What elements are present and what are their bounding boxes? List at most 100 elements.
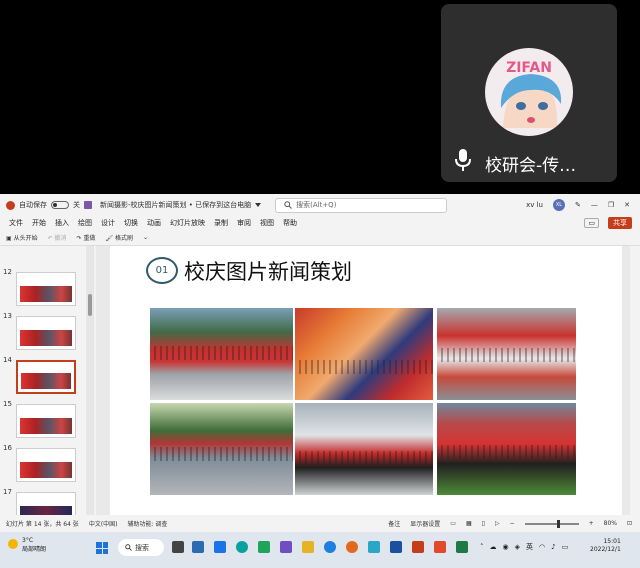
menu-review[interactable]: 审阅 [237,218,251,228]
notes-button[interactable]: 备注 [388,519,400,528]
menu-home[interactable]: 开始 [32,218,46,228]
edge-icon[interactable] [236,541,248,553]
slide-thumbnail-15[interactable] [16,404,76,438]
menu-slideshow[interactable]: 幻灯片放映 [170,218,205,228]
file-explorer-icon[interactable] [302,541,314,553]
menu-view[interactable]: 视图 [260,218,274,228]
participant-avatar: ZIFAN [485,48,573,136]
taskbar-search[interactable]: 搜索 [118,539,164,556]
app-icon[interactable] [214,541,226,553]
minimize-icon[interactable]: — [591,201,598,209]
menu-help[interactable]: 帮助 [283,218,297,228]
clock-time: 15:01 [603,538,621,545]
normal-view-icon[interactable]: ▭ [450,520,456,527]
ime-indicator[interactable]: 英 [526,542,533,552]
user-avatar[interactable]: XL [552,199,565,211]
slide-position: 幻灯片 第 14 张，共 64 张 [6,521,79,528]
slide-photo[interactable] [150,403,293,495]
user-name: xv lu [526,201,543,209]
app-icon[interactable] [390,541,402,553]
slide-photo[interactable] [295,308,433,400]
slideshow-view-icon[interactable]: ▷ [495,520,500,527]
app-tray-icon[interactable]: ◈ [515,543,520,551]
participant-name: 校研会-传… [485,156,577,176]
volume-icon[interactable]: ♪ [551,543,555,551]
battery-icon[interactable]: ▭ [562,543,569,551]
slide[interactable]: 01 校庆图片新闻策划 [110,246,622,515]
search-box[interactable]: 搜索(Alt+Q) [275,197,448,213]
firefox-icon[interactable] [346,541,358,553]
powerpoint-taskbar-icon[interactable] [412,541,424,553]
app-tray-icon[interactable]: ◉ [503,543,509,551]
zoom-slider[interactable] [524,519,579,528]
menu-transitions[interactable]: 切换 [124,218,138,228]
menu-animations[interactable]: 动画 [147,218,161,228]
weather-widget[interactable]: 3°C 局部晴朗 [8,537,46,553]
close-icon[interactable]: ✕ [624,201,630,209]
browser-icon[interactable] [324,541,336,553]
slide-thumbnail-14[interactable] [16,360,76,394]
share-button[interactable]: 共享 [608,217,632,229]
display-settings-button[interactable]: 显示器设置 [410,519,440,528]
screen: ZIFAN 校研会-传… 自动保存 关 新闻摄影-校庆图片新闻策划 • 已保存到… [0,0,640,568]
workspace: 12 13 14 15 16 17 01 校庆图片新闻策划 [0,246,640,526]
menu-record[interactable]: 录制 [214,218,228,228]
clock[interactable]: 15:01 2022/12/1 [590,538,621,555]
participant-tile[interactable]: ZIFAN 校研会-传… [441,4,617,182]
fit-slide-icon[interactable]: ⊡ [627,520,632,527]
slide-thumbnail-12[interactable] [16,272,76,306]
slide-thumbnail-13[interactable] [16,316,76,350]
zoom-level[interactable]: 80% [604,520,617,527]
format-painter-button[interactable]: 🖌 格式刷 [106,233,134,242]
menu-file[interactable]: 文件 [9,218,23,228]
autosave-toggle[interactable] [51,201,69,209]
sorter-view-icon[interactable]: ▦ [466,520,472,527]
slide-photo[interactable] [295,403,433,495]
microphone-icon[interactable] [453,148,473,172]
menu-draw[interactable]: 绘图 [78,218,92,228]
excel-icon[interactable] [456,541,468,553]
thumbnail-scrollbar[interactable] [86,246,94,515]
app-icon[interactable] [368,541,380,553]
zoom-out-icon[interactable]: − [510,520,515,527]
undo-button[interactable]: ↶ 撤消 [48,233,67,242]
format-painter-label: 格式刷 [115,235,134,242]
app-icon[interactable] [434,541,446,553]
from-start-label: 从头开始 [13,235,38,242]
slide-thumbnail-16[interactable] [16,448,76,482]
app-icon[interactable] [280,541,292,553]
thumb-num: 17 [3,488,12,496]
maximize-icon[interactable]: ❐ [608,201,614,209]
powerpoint-icon [6,200,15,210]
accessibility-status[interactable]: 辅助功能: 调查 [128,519,168,528]
ribbon-more-icon[interactable]: ⌄ [143,234,148,241]
zoom-in-icon[interactable]: + [589,520,594,527]
slide-title[interactable]: 校庆图片新闻策划 [184,256,352,286]
wifi-icon[interactable]: ◠ [539,543,545,551]
menu-insert[interactable]: 插入 [55,218,69,228]
app-icon[interactable] [192,541,204,553]
slide-photo[interactable] [150,308,293,400]
search-icon [284,201,292,209]
sun-icon [8,539,18,549]
chevron-up-icon[interactable]: ˄ [480,543,484,551]
slide-photo[interactable] [437,403,576,495]
pen-icon[interactable]: ✎ [575,201,581,209]
comment-icon[interactable]: ▭ [584,218,599,228]
wechat-icon[interactable] [258,541,270,553]
document-title: 新闻摄影-校庆图片新闻策划 • 已保存到这台电脑 [100,201,252,209]
slide-photo[interactable] [437,308,576,400]
search-icon [125,544,132,551]
undo-label: 撤消 [54,235,67,242]
slide-canvas: 01 校庆图片新闻策划 [96,246,630,515]
language-indicator[interactable]: 中文(中国) [89,519,118,528]
windows-start-icon[interactable] [96,542,108,554]
redo-button[interactable]: ↷ 重做 [77,233,96,242]
menu-design[interactable]: 设计 [101,218,115,228]
chevron-down-icon[interactable] [255,203,262,207]
save-icon[interactable] [84,201,92,209]
from-start-button[interactable]: ▣ 从头开始 [6,233,38,242]
reading-view-icon[interactable]: ▯ [482,520,485,527]
task-view-icon[interactable] [172,541,184,553]
cloud-icon[interactable]: ☁ [490,543,497,551]
